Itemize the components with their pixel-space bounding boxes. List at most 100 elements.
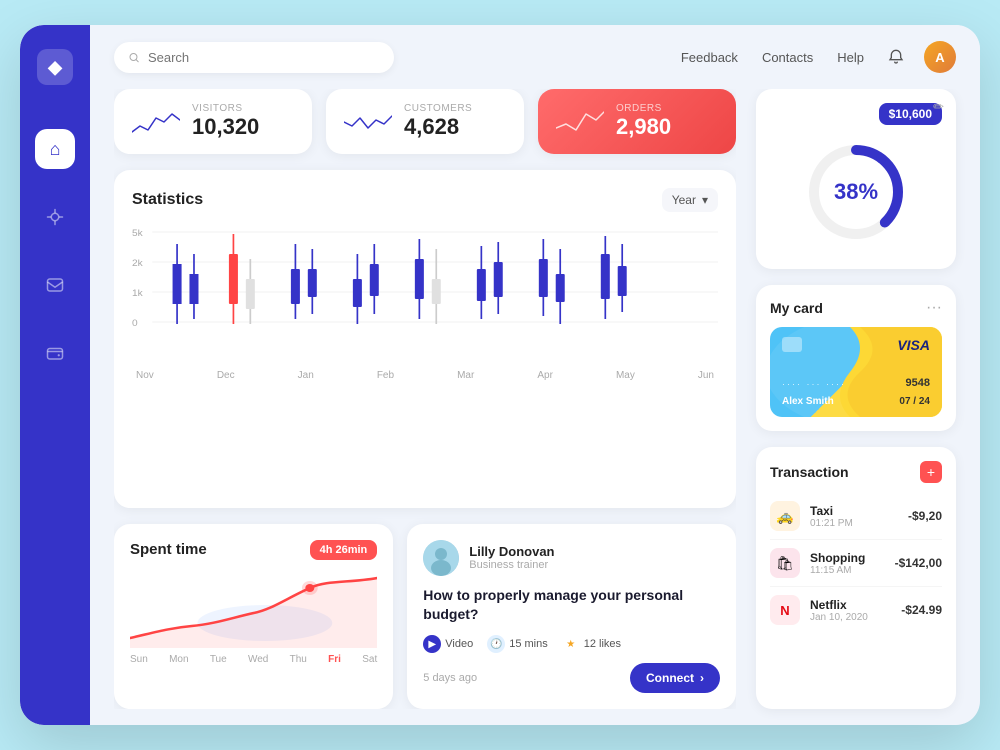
card-number-masked: ···· ··· ···· <box>782 379 846 389</box>
dropdown-chevron-icon: ▾ <box>702 193 708 207</box>
connect-button[interactable]: Connect › <box>630 663 720 693</box>
shopping-amount: -$142,00 <box>895 556 942 570</box>
article-card: Lilly Donovan Business trainer How to pr… <box>407 524 736 709</box>
day-tue: Tue <box>210 654 227 665</box>
notification-bell[interactable] <box>880 41 912 73</box>
transaction-taxi: 🚕 Taxi 01:21 PM -$9,20 <box>770 493 942 540</box>
card-number-last4: 9548 <box>906 377 930 389</box>
svg-text:2k: 2k <box>132 258 143 268</box>
visitors-info: VISITORS 10,320 <box>192 103 259 140</box>
clock-icon: 🕐 <box>487 635 505 653</box>
customers-sparkline <box>344 104 392 140</box>
shopping-name: Shopping <box>810 551 885 565</box>
customers-label: CUSTOMERS <box>404 103 472 114</box>
transaction-header: Transaction + <box>770 461 942 483</box>
chart-month-labels: Nov Dec Jan Feb Mar Apr May Jun <box>132 370 718 381</box>
left-panel: VISITORS 10,320 CUSTOMERS 4,628 <box>114 89 736 709</box>
svg-text:0: 0 <box>132 318 138 328</box>
connect-arrow-icon: › <box>700 671 704 685</box>
author-avatar <box>423 540 459 576</box>
orders-sparkline <box>556 104 604 140</box>
transaction-section: Transaction + 🚕 Taxi 01:21 PM -$9,20 🛍 <box>756 447 956 709</box>
month-nov: Nov <box>136 370 154 381</box>
orders-info: ORDERS 2,980 <box>616 103 671 140</box>
card-expiry: 07 / 24 <box>899 396 930 407</box>
spent-line-chart <box>130 568 377 648</box>
header-nav: Feedback Contacts Help <box>681 50 864 65</box>
sidebar-item-wallet[interactable] <box>35 333 75 373</box>
statistics-card: Statistics Year ▾ 5k 2k 1k 0 <box>114 170 736 508</box>
day-sun: Sun <box>130 654 148 665</box>
visitors-sparkline <box>132 104 180 140</box>
customers-info: CUSTOMERS 4,628 <box>404 103 472 140</box>
candlestick-chart: 5k 2k 1k 0 <box>132 224 718 364</box>
transaction-netflix: N Netflix Jan 10, 2020 -$24.99 <box>770 587 942 633</box>
netflix-info: Netflix Jan 10, 2020 <box>810 598 891 623</box>
author-role: Business trainer <box>469 559 554 571</box>
nav-feedback[interactable]: Feedback <box>681 50 738 65</box>
transaction-title: Transaction <box>770 464 849 480</box>
visitors-value: 10,320 <box>192 114 259 140</box>
author-info: Lilly Donovan Business trainer <box>469 544 554 571</box>
article-footer: 5 days ago Connect › <box>423 663 720 693</box>
add-transaction-button[interactable]: + <box>920 461 942 483</box>
sidebar-item-home[interactable]: ⌂ <box>35 129 75 169</box>
donut-center: 38% <box>834 179 878 205</box>
header-icons: A <box>880 41 956 73</box>
sidebar-item-chart[interactable] <box>35 197 75 237</box>
sidebar-item-message[interactable] <box>35 265 75 305</box>
spent-days: Sun Mon Tue Wed Thu Fri Sat <box>130 654 377 665</box>
spent-time-card: Spent time 4h 26min <box>114 524 393 709</box>
user-avatar[interactable]: A <box>924 41 956 73</box>
month-feb: Feb <box>377 370 394 381</box>
shopping-icon: 🛍 <box>770 548 800 578</box>
netflix-date: Jan 10, 2020 <box>810 612 891 623</box>
nav-contacts[interactable]: Contacts <box>762 50 813 65</box>
day-wed: Wed <box>248 654 268 665</box>
right-panel: ✏ $10,600 <box>756 89 956 709</box>
taxi-info: Taxi 01:21 PM <box>810 504 898 529</box>
orders-label: ORDERS <box>616 103 671 114</box>
taxi-icon: 🚕 <box>770 501 800 531</box>
author-name: Lilly Donovan <box>469 544 554 559</box>
my-card-section: My card ··· VISA ···· ··· ···· 9548 <box>756 285 956 431</box>
card-brand: VISA <box>897 337 930 353</box>
video-icon: ▶ <box>423 635 441 653</box>
orders-value: 2,980 <box>616 114 671 140</box>
sidebar-logo: ◆ <box>37 49 73 85</box>
stat-card-orders: ORDERS 2,980 <box>538 89 736 154</box>
year-label: Year <box>672 193 696 207</box>
visitors-label: VISITORS <box>192 103 259 114</box>
taxi-time: 01:21 PM <box>810 518 898 529</box>
netflix-icon: N <box>770 595 800 625</box>
stat-card-visitors: VISITORS 10,320 <box>114 89 312 154</box>
customers-value: 4,628 <box>404 114 472 140</box>
chart-header: Statistics Year ▾ <box>132 188 718 212</box>
main-content: Feedback Contacts Help A <box>90 25 980 725</box>
search-input[interactable] <box>148 50 380 65</box>
shopping-time: 11:15 AM <box>810 565 885 576</box>
star-icon: ★ <box>562 635 580 653</box>
video-label: Video <box>445 638 473 650</box>
nav-help[interactable]: Help <box>837 50 864 65</box>
day-thu: Thu <box>290 654 307 665</box>
article-meta: ▶ Video 🕐 15 mins ★ 12 likes <box>423 635 720 653</box>
year-dropdown[interactable]: Year ▾ <box>662 188 718 212</box>
month-dec: Dec <box>217 370 235 381</box>
stat-card-customers: CUSTOMERS 4,628 <box>326 89 524 154</box>
content-area: VISITORS 10,320 CUSTOMERS 4,628 <box>90 89 980 725</box>
connect-label: Connect <box>646 671 694 685</box>
search-bar[interactable] <box>114 42 394 73</box>
my-card-header: My card ··· <box>770 299 942 317</box>
search-icon <box>128 51 140 64</box>
spent-header: Spent time 4h 26min <box>130 540 377 560</box>
netflix-name: Netflix <box>810 598 891 612</box>
more-options-icon[interactable]: ··· <box>926 299 942 317</box>
donut-card: ✏ $10,600 <box>756 89 956 269</box>
edit-icon[interactable]: ✏ <box>933 99 944 115</box>
day-fri: Fri <box>328 654 341 665</box>
meta-duration: 🕐 15 mins <box>487 635 548 653</box>
article-title: How to properly manage your personal bud… <box>423 586 720 625</box>
taxi-amount: -$9,20 <box>908 509 942 523</box>
sidebar: ◆ ⌂ <box>20 25 90 725</box>
